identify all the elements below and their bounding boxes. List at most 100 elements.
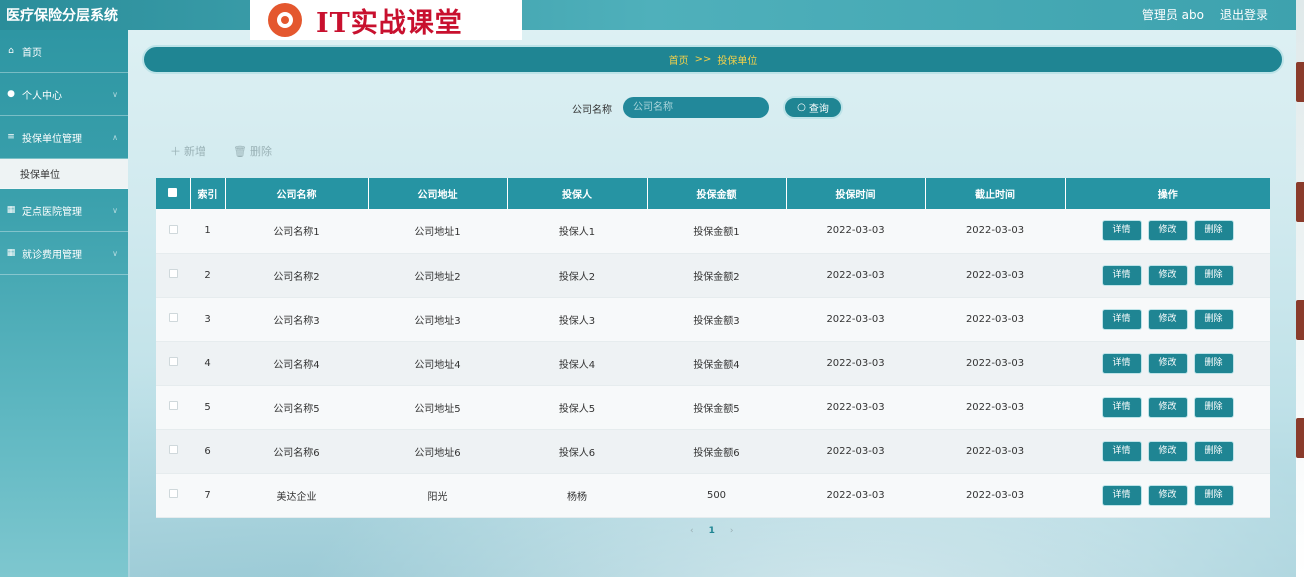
table-row: 6 公司名称6 公司地址6 投保人6 投保金额6 2022-03-03 2022-03-03…: [156, 429, 1270, 474]
index-cell: 5: [190, 385, 225, 430]
insurer-cell: 杨杨: [507, 473, 647, 518]
operations-cell: 详情 修改 删除: [1065, 297, 1270, 342]
index-cell: 4: [190, 341, 225, 386]
row-select-cell: [156, 209, 190, 254]
sidebar-subitem-insured-unit[interactable]: 投保单位: [0, 159, 128, 189]
row-checkbox[interactable]: [168, 224, 178, 234]
prev-page-button[interactable]: ‹: [690, 526, 694, 536]
pagination: ‹ 1 ›: [690, 526, 733, 536]
edit-button[interactable]: 修改: [1147, 396, 1188, 418]
detail-button[interactable]: 详情: [1101, 308, 1142, 330]
row-checkbox[interactable]: [168, 445, 178, 454]
edit-button[interactable]: 修改: [1147, 264, 1188, 286]
insurer-cell: 投保人5: [507, 385, 647, 430]
logout-link[interactable]: 退出登录: [1220, 6, 1268, 23]
column-header: 截止时间: [925, 178, 1066, 209]
select-all-checkbox[interactable]: [168, 187, 178, 197]
index-cell: 3: [190, 297, 225, 342]
amount-cell: 投保金额5: [647, 385, 786, 430]
company-name-cell: 公司名称6: [225, 429, 368, 474]
start-date-cell: 2022-03-03: [786, 253, 925, 298]
edit-button[interactable]: 修改: [1147, 440, 1188, 462]
amount-cell: 投保金额3: [647, 297, 786, 342]
row-delete-button[interactable]: 删除: [1193, 264, 1234, 286]
trash-icon: 🗑: [233, 144, 247, 158]
detail-button[interactable]: 详情: [1101, 440, 1142, 462]
row-delete-button[interactable]: 删除: [1193, 484, 1234, 506]
brand-logo: IT实战课堂: [250, 0, 522, 40]
start-date-cell: 2022-03-03: [786, 385, 925, 430]
row-select-cell: [156, 429, 190, 474]
company-address-cell: 公司地址5: [368, 385, 507, 430]
amount-cell: 投保金额1: [647, 209, 786, 254]
operations-cell: 详情 修改 删除: [1065, 341, 1270, 386]
sidebar-item-insured-unit-mgmt[interactable]: ≡ 投保单位管理 ∧: [0, 116, 128, 159]
table-header-row: 索引 公司名称 公司地址 投保人 投保金额 投保时间 截止时间 操作: [156, 178, 1270, 209]
detail-button[interactable]: 详情: [1101, 220, 1142, 242]
edit-button[interactable]: 修改: [1147, 352, 1188, 374]
edge-decoration: [1296, 300, 1304, 340]
breadcrumb-current: 投保单位: [717, 56, 758, 67]
sidebar-item-label: 投保单位管理: [22, 133, 82, 145]
edge-decoration: [1296, 182, 1304, 222]
next-page-button[interactable]: ›: [730, 526, 734, 536]
row-delete-button[interactable]: 删除: [1193, 308, 1234, 330]
company-name-cell: 公司名称1: [225, 209, 368, 254]
chevron-up-icon: ∧: [112, 133, 118, 142]
sidebar-item-medical-cost-mgmt[interactable]: ▦ 就诊费用管理 ∨: [0, 232, 128, 275]
list-icon: ≡: [7, 132, 15, 142]
end-date-cell: 2022-03-03: [925, 473, 1065, 518]
detail-button[interactable]: 详情: [1101, 264, 1142, 286]
top-bar: 医疗保险分层系统 管理员 abo 退出登录: [0, 0, 1304, 30]
table-row: 5 公司名称5 公司地址5 投保人5 投保金额5 2022-03-03 2022-03-03…: [156, 385, 1270, 430]
row-checkbox[interactable]: [168, 401, 178, 410]
detail-button[interactable]: 详情: [1101, 352, 1142, 374]
search-input[interactable]: [623, 97, 769, 118]
company-address-cell: 公司地址1: [368, 209, 507, 254]
company-address-cell: 公司地址4: [368, 341, 507, 386]
company-address-cell: 公司地址3: [368, 297, 507, 342]
logo-mark-icon: [268, 3, 302, 37]
user-icon: ●: [7, 89, 15, 99]
row-checkbox[interactable]: [168, 357, 178, 366]
delete-button[interactable]: 🗑 删除: [233, 143, 272, 159]
add-button-label: 新增: [184, 145, 206, 158]
search-label: 公司名称: [572, 105, 612, 116]
sidebar-item-home[interactable]: ⌂ 首页: [0, 30, 128, 73]
row-delete-button[interactable]: 删除: [1193, 440, 1234, 462]
search-button[interactable]: ○ 查询: [783, 96, 843, 119]
row-select-cell: [156, 385, 190, 430]
add-button[interactable]: ＋ 新增: [170, 143, 206, 159]
user-name[interactable]: 管理员 abo: [1142, 6, 1204, 23]
start-date-cell: 2022-03-03: [786, 473, 925, 518]
edit-button[interactable]: 修改: [1147, 484, 1188, 506]
index-cell: 2: [190, 253, 225, 298]
sidebar-item-hospital-mgmt[interactable]: ▦ 定点医院管理 ∨: [0, 189, 128, 232]
operations-cell: 详情 修改 删除: [1065, 385, 1270, 430]
breadcrumb-home[interactable]: 首页: [669, 52, 689, 67]
start-date-cell: 2022-03-03: [786, 297, 925, 342]
row-delete-button[interactable]: 删除: [1193, 220, 1234, 242]
table-row: 1 公司名称1 公司地址1 投保人1 投保金额1 2022-03-03 2022-03-03…: [156, 209, 1270, 254]
sidebar-item-personal[interactable]: ● 个人中心 ∨: [0, 73, 128, 116]
row-delete-button[interactable]: 删除: [1193, 352, 1234, 374]
row-delete-button[interactable]: 删除: [1193, 396, 1234, 418]
table-row: 7 美达企业 阳光 杨杨 500 2022-03-03 2022-03-03 详情 修改 删除: [156, 473, 1270, 518]
row-checkbox[interactable]: [168, 313, 178, 322]
page-number[interactable]: 1: [709, 526, 715, 536]
end-date-cell: 2022-03-03: [925, 209, 1065, 254]
row-checkbox[interactable]: [168, 269, 178, 278]
table-row: 4 公司名称4 公司地址4 投保人4 投保金额4 2022-03-03 2022-03-03…: [156, 341, 1270, 386]
edit-button[interactable]: 修改: [1147, 308, 1188, 330]
detail-button[interactable]: 详情: [1101, 396, 1142, 418]
detail-button[interactable]: 详情: [1101, 484, 1142, 506]
end-date-cell: 2022-03-03: [925, 297, 1065, 342]
plus-icon: ＋: [170, 145, 181, 158]
column-header: 投保人: [507, 178, 648, 209]
sidebar-item-label: 个人中心: [22, 90, 62, 102]
start-date-cell: 2022-03-03: [786, 429, 925, 474]
edit-button[interactable]: 修改: [1147, 220, 1188, 242]
row-checkbox[interactable]: [168, 489, 178, 498]
operations-cell: 详情 修改 删除: [1065, 253, 1270, 298]
breadcrumb: 首页 >> 投保单位: [142, 45, 1284, 74]
